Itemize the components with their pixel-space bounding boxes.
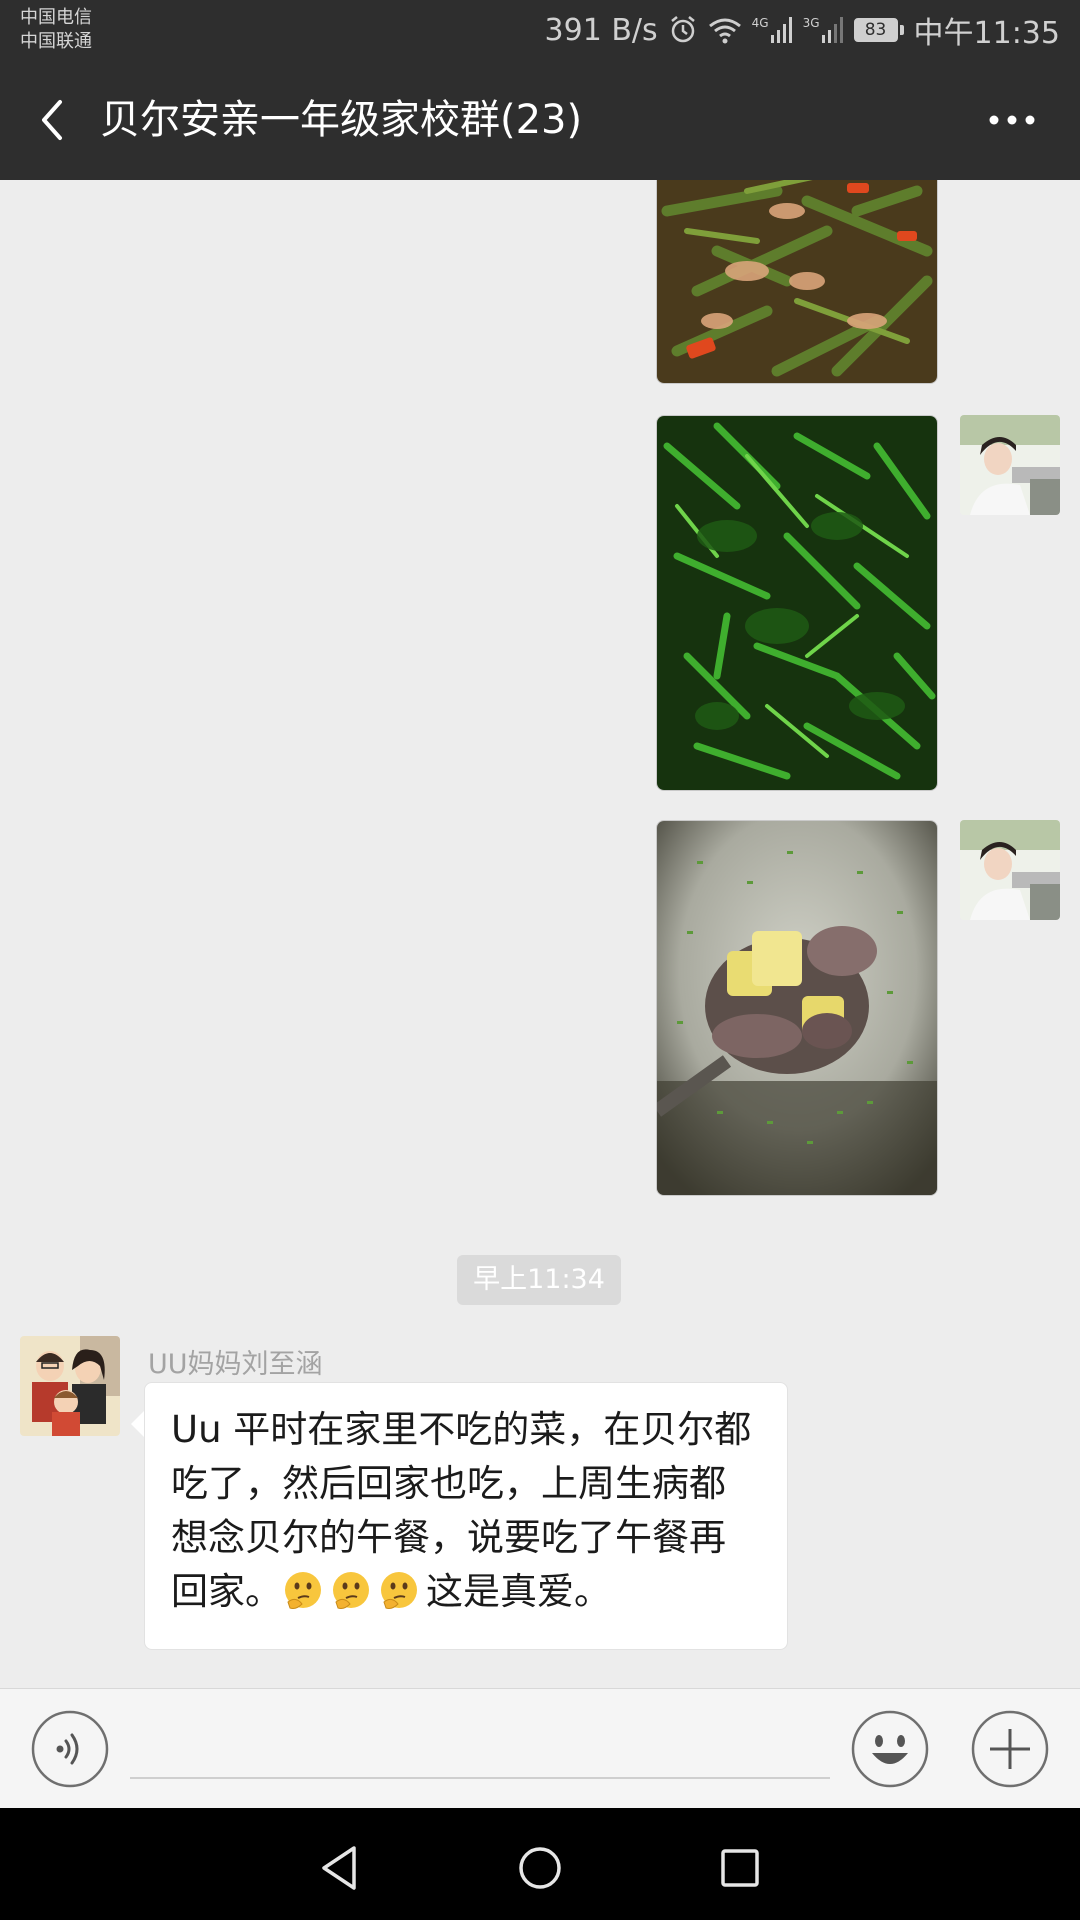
photo-message-soup[interactable] (656, 820, 938, 1196)
emoji-group (282, 1570, 426, 1613)
emoji-button[interactable] (850, 1709, 930, 1789)
signal-3g-icon: 3G (803, 17, 844, 43)
network-speed: 391 B/s (544, 12, 658, 48)
clock: 中午11:35 (913, 16, 1060, 51)
nav-back-icon (322, 1846, 356, 1890)
woman-avatar-icon (960, 820, 1060, 920)
battery-icon: 83 (853, 18, 904, 42)
input-bar (0, 1688, 1080, 1808)
signal-4g-icon: 4G (752, 17, 793, 43)
status-bar: 中国电信 中国联通 391 B/s 4G 3G 83 中午11:35 (0, 0, 1080, 60)
voice-button[interactable] (30, 1709, 110, 1789)
bubble-tail (131, 1410, 145, 1438)
more-dots-icon (989, 115, 1035, 125)
thinking-face-icon (285, 1572, 321, 1609)
alarm-icon (670, 16, 695, 43)
family-cartoon-avatar-icon (20, 1336, 120, 1436)
thinking-face-icon (381, 1572, 417, 1609)
title-bar: 贝尔安亲一年级家校群(23) (0, 60, 1080, 180)
more-functions-button[interactable] (970, 1709, 1050, 1789)
message-text-end: 这是真爱。 (426, 1570, 611, 1613)
carrier-2: 中国联通 (20, 31, 92, 52)
woman-avatar-icon (960, 415, 1060, 515)
photo-message-spinach[interactable] (656, 415, 938, 791)
carrier-1: 中国电信 (20, 7, 92, 28)
message-input[interactable] (130, 1709, 830, 1779)
spinach-photo (657, 416, 937, 790)
message-timestamp: 早上11:34 (457, 1255, 621, 1305)
photo-message-green-beans[interactable] (656, 180, 938, 384)
carrier-info: 中国电信 中国联通 (20, 6, 92, 54)
soup-photo (657, 821, 937, 1195)
chevron-left-icon (42, 100, 62, 140)
thinking-face-icon (333, 1572, 369, 1609)
emoji-icon (851, 1710, 929, 1788)
sender-avatar-self-2[interactable] (960, 820, 1060, 920)
voice-icon (31, 1710, 109, 1788)
sender-name: UU妈妈刘至涵 (148, 1349, 323, 1380)
plus-icon (971, 1710, 1049, 1788)
message-bubble[interactable]: Uu 平时在家里不吃的菜，在贝尔都吃了，然后回家也吃，上周生病都想念贝尔的午餐，… (144, 1382, 788, 1650)
nav-home-button[interactable] (510, 1838, 570, 1898)
system-nav-bar (0, 1808, 1080, 1920)
status-indicators: 391 B/s 4G 3G 83 中午11:35 (544, 10, 1060, 52)
nav-back-button[interactable] (310, 1838, 370, 1898)
nav-recents-icon (721, 1849, 759, 1887)
nav-recents-button[interactable] (710, 1838, 770, 1898)
green-beans-photo (657, 180, 937, 383)
sender-avatar-self[interactable] (960, 415, 1060, 515)
wifi-icon (708, 18, 741, 44)
more-button[interactable] (982, 102, 1042, 138)
back-button[interactable] (28, 94, 80, 146)
chat-title: 贝尔安亲一年级家校群(23) (100, 97, 583, 143)
nav-home-icon (519, 1847, 561, 1889)
battery-level: 83 (853, 18, 898, 42)
chat-area[interactable]: 早上11:34 UU妈妈刘至涵 Uu 平时在家里不吃的菜，在贝尔都吃了，然后回家… (0, 180, 1080, 1688)
sender-avatar-uu-mom[interactable] (20, 1336, 120, 1436)
